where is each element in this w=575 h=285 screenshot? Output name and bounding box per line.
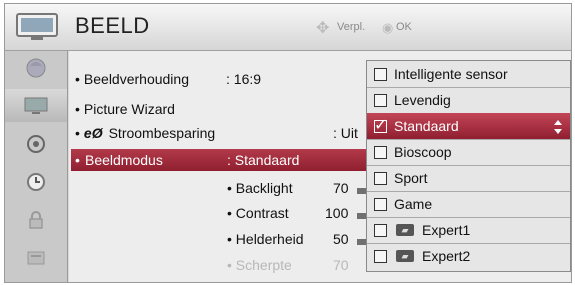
sidebar-item-time[interactable] bbox=[5, 165, 67, 198]
ok-hint: OK bbox=[396, 21, 412, 33]
option-label: Levendig bbox=[394, 92, 451, 108]
option-label: Expert1 bbox=[422, 222, 471, 238]
tv-icon bbox=[24, 97, 48, 114]
clock-icon bbox=[27, 172, 45, 191]
speaker-icon bbox=[27, 134, 45, 153]
backlight-label[interactable]: • Backlight bbox=[227, 180, 293, 196]
aspect-ratio-value: : 16:9 bbox=[226, 71, 262, 87]
menu-header: BEELD ✥ Verpl. ◉ OK bbox=[5, 4, 571, 51]
expert-badge-icon: ▰ bbox=[396, 224, 414, 236]
sidebar-item-lock[interactable] bbox=[5, 203, 67, 236]
picture-mode-value: : Standaard bbox=[227, 152, 300, 168]
picture-mode-dropdown: Intelligente sensor Levendig ✓ Standaard… bbox=[366, 60, 571, 272]
bullet: • bbox=[75, 101, 80, 117]
option-standard[interactable]: ✓ Standaard bbox=[367, 113, 570, 140]
eco-icon: eØ bbox=[83, 125, 103, 141]
move-hint: Verpl. bbox=[337, 21, 366, 33]
scroll-arrows-icon bbox=[554, 120, 562, 134]
backlight-value: 70 bbox=[333, 180, 349, 196]
option-sport[interactable]: Sport bbox=[367, 165, 570, 192]
checkbox-checked: ✓ bbox=[374, 117, 387, 134]
page-title: BEELD bbox=[75, 13, 150, 38]
checkbox bbox=[374, 223, 387, 237]
sharpness-label: • Scherpte bbox=[227, 257, 292, 273]
brightness-value: 50 bbox=[333, 231, 349, 247]
picture-wizard-label: Picture Wizard bbox=[83, 101, 175, 117]
sidebar-item-setup[interactable] bbox=[5, 51, 67, 84]
expert-badge-icon: ▰ bbox=[396, 250, 414, 262]
aspect-ratio-label: Beeldverhouding bbox=[83, 71, 189, 87]
sidebar-item-audio[interactable] bbox=[5, 127, 67, 160]
option-label: Standaard bbox=[394, 118, 459, 134]
option-expert1[interactable]: ▰ Expert1 bbox=[367, 217, 570, 244]
tv-icon bbox=[16, 13, 58, 40]
bullet: • bbox=[75, 125, 80, 141]
picture-mode-row[interactable]: • Beeldmodus : Standaard bbox=[71, 149, 371, 171]
contrast-label[interactable]: • Contrast bbox=[227, 205, 289, 221]
checkbox bbox=[374, 171, 387, 185]
aspect-ratio-row[interactable]: • Beeldverhouding bbox=[75, 71, 189, 87]
energy-saving-label: Stroombesparing bbox=[108, 125, 216, 141]
energy-saving-row[interactable]: • eØ Stroombesparing bbox=[75, 125, 215, 141]
checkbox bbox=[374, 249, 387, 263]
options-icon bbox=[27, 251, 45, 264]
option-game[interactable]: Game bbox=[367, 191, 570, 218]
option-label: Sport bbox=[394, 170, 428, 186]
sidebar-item-picture[interactable] bbox=[5, 89, 67, 122]
checkbox bbox=[374, 145, 387, 159]
option-label: Expert2 bbox=[422, 248, 471, 264]
category-sidebar bbox=[5, 51, 68, 282]
check-icon: ✓ bbox=[374, 116, 388, 134]
energy-saving-value: : Uit bbox=[333, 125, 358, 141]
option-label: Bioscoop bbox=[394, 144, 452, 160]
sharpness-value: 70 bbox=[333, 257, 349, 273]
option-vivid[interactable]: Levendig bbox=[367, 87, 570, 114]
contrast-value: 100 bbox=[325, 205, 349, 221]
navigate-icon: ✥ bbox=[316, 20, 330, 37]
checkbox bbox=[374, 197, 387, 211]
brightness-label[interactable]: • Helderheid bbox=[227, 231, 304, 247]
option-intelligent-sensor[interactable]: Intelligente sensor bbox=[367, 61, 570, 88]
lock-icon bbox=[29, 210, 43, 228]
bullet: • bbox=[75, 71, 80, 87]
option-expert2[interactable]: ▰ Expert2 bbox=[367, 243, 570, 269]
ok-icon: ◉ bbox=[382, 20, 394, 35]
option-label: Intelligente sensor bbox=[394, 66, 508, 82]
picture-mode-label: Beeldmodus bbox=[85, 152, 163, 168]
checkbox bbox=[374, 67, 387, 81]
option-label: Game bbox=[394, 196, 433, 212]
bullet: • bbox=[75, 152, 80, 168]
option-cinema[interactable]: Bioscoop bbox=[367, 139, 570, 166]
checkbox bbox=[374, 93, 387, 107]
picture-wizard-row[interactable]: • Picture Wizard bbox=[75, 101, 175, 117]
circle-icon bbox=[26, 58, 46, 77]
sidebar-item-options[interactable] bbox=[5, 241, 67, 274]
